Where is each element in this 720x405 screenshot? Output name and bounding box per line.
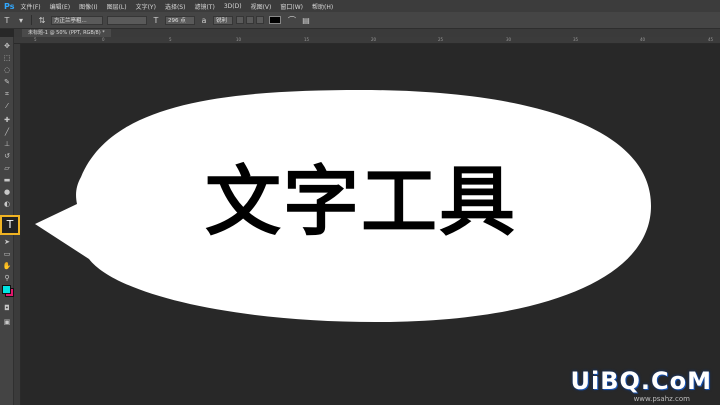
ruler-label: 35 — [573, 37, 579, 42]
eraser-icon[interactable]: ▱ — [2, 163, 12, 173]
stamp-icon[interactable]: ⊥ — [2, 139, 12, 149]
menu-edit[interactable]: 编辑(E) — [50, 2, 70, 11]
ruler-label: 5 — [169, 37, 172, 42]
align-center-button[interactable] — [246, 16, 254, 24]
lasso-icon[interactable]: ◌ — [2, 65, 12, 75]
crop-icon[interactable]: ⌗ — [2, 89, 12, 99]
gradient-icon[interactable]: ▬ — [2, 175, 12, 185]
font-style-select[interactable] — [107, 15, 147, 25]
horizontal-ruler: 5 0 5 10 15 20 25 30 35 40 45 — [14, 37, 720, 44]
eyedropper-icon[interactable]: ⁄ — [2, 101, 12, 111]
type-tool-preset-icon[interactable]: T — [0, 16, 14, 25]
watermark-url: www.psahz.com — [633, 395, 690, 403]
ruler-label: 20 — [371, 37, 377, 42]
document-tab-bar: 未标题-1 @ 50% (PPT, RGB/8) * — [14, 29, 720, 37]
orientation-toggle-icon[interactable]: ⇅ — [35, 16, 49, 25]
menu-type[interactable]: 文字(Y) — [136, 2, 156, 11]
divider — [31, 15, 32, 25]
type-tool-button[interactable]: T — [0, 215, 20, 235]
font-size-field[interactable]: 296 点 — [165, 15, 195, 25]
ruler-label: 30 — [506, 37, 512, 42]
brush-icon[interactable]: ╱ — [2, 127, 12, 137]
document-tab[interactable]: 未标题-1 @ 50% (PPT, RGB/8) * — [22, 29, 111, 37]
hand-icon[interactable]: ✋ — [2, 261, 12, 271]
anti-alias-icon: a — [201, 15, 207, 25]
menu-window[interactable]: 窗口(W) — [280, 2, 303, 11]
foreground-color-swatch[interactable] — [2, 285, 11, 294]
warp-text-icon[interactable]: ⌒ — [285, 15, 299, 26]
watermark-logo: UiBQ.CoM — [570, 367, 712, 395]
ruler-label: 45 — [708, 37, 714, 42]
panels-toggle-icon[interactable]: ▤ — [299, 16, 313, 25]
toolbox: ✥ ⬚ ◌ ✎ ⌗ ⁄ ✚ ╱ ⊥ ↺ ▱ ▬ ● ◐ T ➤ ▭ ✋ ⚲ ◘ … — [0, 37, 20, 405]
photoshop-logo: Ps — [4, 1, 15, 11]
anti-alias-select[interactable]: 锐利 — [213, 15, 233, 25]
text-color-swatch[interactable] — [269, 16, 281, 24]
menu-select[interactable]: 选择(S) — [165, 2, 186, 11]
ruler-label: 25 — [438, 37, 444, 42]
font-family-select[interactable]: 方正兰亭粗... — [51, 15, 103, 25]
menu-3d[interactable]: 3D(D) — [224, 3, 242, 10]
ruler-label: 15 — [304, 37, 310, 42]
menu-bar: Ps 文件(F) 编辑(E) 图像(I) 图层(L) 文字(Y) 选择(S) 滤… — [0, 0, 720, 12]
menu-image[interactable]: 图像(I) — [79, 2, 97, 11]
rectangle-icon[interactable]: ▭ — [2, 249, 12, 259]
quick-select-icon[interactable]: ✎ — [2, 77, 12, 87]
options-bar: T ▾ ⇅ 方正兰亭粗... T 296 点 a 锐利 ⌒ ▤ — [0, 12, 720, 29]
ruler-label: 0 — [102, 37, 105, 42]
menu-help[interactable]: 帮助(H) — [312, 2, 333, 11]
align-left-button[interactable] — [236, 16, 244, 24]
move-icon[interactable]: ✥ — [2, 41, 12, 51]
quick-mask-icon[interactable]: ◘ — [2, 303, 12, 313]
font-size-icon: T — [153, 15, 159, 25]
menu-file[interactable]: 文件(F) — [20, 2, 40, 11]
ruler-label: 40 — [640, 37, 646, 42]
dodge-icon[interactable]: ◐ — [2, 199, 12, 209]
healing-icon[interactable]: ✚ — [2, 115, 12, 125]
marquee-icon[interactable]: ⬚ — [2, 53, 12, 63]
history-brush-icon[interactable]: ↺ — [2, 151, 12, 161]
chevron-down-icon[interactable]: ▾ — [14, 16, 28, 25]
screen-mode-icon[interactable]: ▣ — [2, 317, 12, 327]
document-canvas[interactable]: 文字工具 UiBQ.CoM www.psahz.com — [21, 44, 720, 405]
ruler-label: 5 — [34, 37, 37, 42]
zoom-icon[interactable]: ⚲ — [2, 273, 12, 283]
canvas-text-layer[interactable]: 文字工具 — [176, 162, 546, 242]
menu-view[interactable]: 视图(V) — [251, 2, 272, 11]
menu-filter[interactable]: 滤镜(T) — [194, 2, 214, 11]
menu-layer[interactable]: 图层(L) — [107, 2, 127, 11]
align-right-button[interactable] — [256, 16, 264, 24]
ruler-label: 10 — [236, 37, 242, 42]
blur-icon[interactable]: ● — [2, 187, 12, 197]
path-select-icon[interactable]: ➤ — [2, 237, 12, 247]
